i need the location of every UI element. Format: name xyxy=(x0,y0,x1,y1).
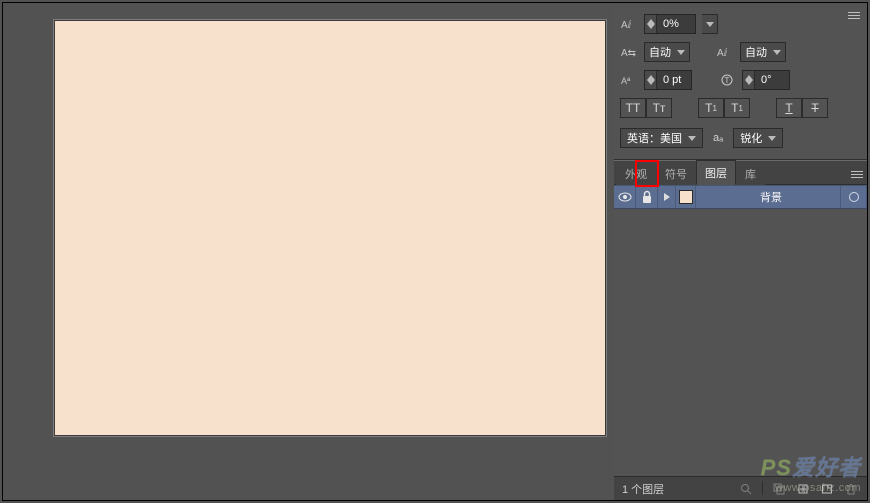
kern-metrics-value: 自动 xyxy=(745,44,767,60)
strikethrough-button[interactable]: T xyxy=(802,98,828,118)
svg-text:T: T xyxy=(725,76,730,85)
char-rotate-icon: T xyxy=(718,71,736,89)
visibility-toggle[interactable] xyxy=(614,186,636,208)
panel-tab-menu-icon[interactable] xyxy=(847,164,867,184)
svg-text:Aⅈ: Aⅈ xyxy=(717,48,728,58)
tab-library[interactable]: 库 xyxy=(736,161,765,185)
baseline-shift-value[interactable]: 0 pt xyxy=(657,74,691,86)
eye-icon xyxy=(618,192,632,202)
character-panel: Aⅈ 0% A⇆ 自动 Aⅈ xyxy=(614,3,867,160)
layers-panel: 外观 符号 图层 库 xyxy=(614,160,867,500)
layer-thumbnail xyxy=(676,186,696,208)
kern-metrics-dropdown[interactable]: 自动 xyxy=(740,42,786,62)
tracking-spinner[interactable]: 0% xyxy=(644,14,696,34)
svg-text:Aⅈ: Aⅈ xyxy=(621,20,632,30)
baseline-shift-spinner[interactable]: 0 pt xyxy=(644,70,692,90)
antialias-label: aₐ xyxy=(713,132,723,144)
baseline-shift-icon: Aª xyxy=(620,71,638,89)
svg-text:Aª: Aª xyxy=(621,76,631,86)
tab-appearance[interactable]: 外观 xyxy=(616,161,656,185)
chevron-right-icon xyxy=(664,193,670,201)
lock-icon xyxy=(641,190,653,204)
tab-layers[interactable]: 图层 xyxy=(696,160,736,185)
target-icon xyxy=(849,192,859,202)
layer-disclosure[interactable] xyxy=(658,186,676,208)
locate-object-icon[interactable] xyxy=(738,481,754,497)
layer-row[interactable]: 背景 xyxy=(614,185,867,209)
delete-layer-icon[interactable] xyxy=(843,481,859,497)
tracking-value[interactable]: 0% xyxy=(657,18,695,30)
tracking-dropdown-icon[interactable] xyxy=(702,14,718,34)
layer-target[interactable] xyxy=(841,186,867,208)
antialias-dropdown[interactable]: 锐化 xyxy=(733,128,783,148)
document-canvas[interactable] xyxy=(53,19,607,437)
superscript-button[interactable]: T1 xyxy=(698,98,724,118)
antialias-value: 锐化 xyxy=(740,130,762,146)
subscript-button[interactable]: T1 xyxy=(724,98,750,118)
layer-name[interactable]: 背景 xyxy=(696,186,841,208)
char-rotate-spinner[interactable]: 0° xyxy=(742,70,790,90)
smallcaps-button[interactable]: Tᴛ xyxy=(646,98,672,118)
layers-status-bar: 1 个图层 xyxy=(614,476,867,500)
language-dropdown[interactable]: 英语：美国 xyxy=(620,128,703,148)
panel-tabs: 外观 符号 图层 库 xyxy=(614,161,867,185)
layer-count: 1 个图层 xyxy=(622,481,664,497)
new-sublayer-icon[interactable] xyxy=(795,481,811,497)
kern-metrics-icon: Aⅈ xyxy=(716,43,734,61)
kerning-icon: A⇆ xyxy=(620,43,638,61)
kerning-dropdown[interactable]: 自动 xyxy=(644,42,690,62)
language-value: 英语：美国 xyxy=(627,130,682,146)
panel-menu-icon[interactable] xyxy=(845,7,863,23)
new-layer-icon[interactable] xyxy=(819,481,835,497)
kerning-value: 自动 xyxy=(649,44,671,60)
char-rotate-value[interactable]: 0° xyxy=(755,74,789,86)
allcaps-button[interactable]: TT xyxy=(620,98,646,118)
tracking-icon: Aⅈ xyxy=(620,15,638,33)
underline-button[interactable]: T xyxy=(776,98,802,118)
tab-symbols[interactable]: 符号 xyxy=(656,161,696,185)
layer-list[interactable]: 背景 xyxy=(614,185,867,476)
lock-toggle[interactable] xyxy=(636,186,658,208)
make-clipping-mask-icon[interactable] xyxy=(771,481,787,497)
svg-text:A⇆: A⇆ xyxy=(621,48,636,58)
